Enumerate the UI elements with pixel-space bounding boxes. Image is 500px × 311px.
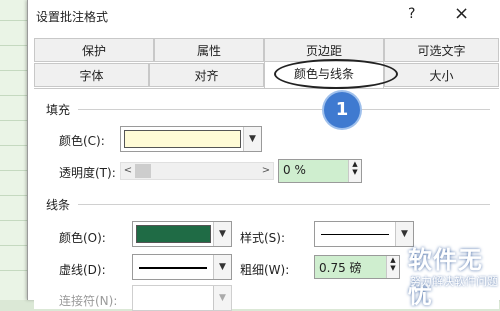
step-badge: 1 — [324, 92, 360, 128]
chevron-left-icon[interactable]: < — [121, 163, 135, 179]
tab-properties[interactable]: 属性 — [154, 38, 264, 62]
fill-color-label: 颜色(C): — [59, 134, 105, 148]
help-button[interactable]: ? — [408, 6, 415, 22]
divider — [78, 204, 490, 205]
tab-protection[interactable]: 保护 — [34, 38, 154, 62]
watermark-subtitle: 努力解决软件问题 — [410, 275, 498, 288]
highlight-oval — [274, 59, 398, 89]
dialog-title: 设置批注格式 — [36, 10, 109, 24]
weight-spinner[interactable]: 0.75 磅 ▲ ▼ — [314, 255, 400, 279]
line-color-dropdown[interactable]: ▼ — [132, 221, 232, 247]
tab-strip: 保护 属性 页边距 可选文字 字体 对齐 颜色与线条 大小 — [34, 38, 499, 90]
fill-color-dropdown[interactable]: ▼ — [120, 126, 262, 152]
dash-label: 虚线(D): — [59, 263, 106, 277]
line-style-sample — [321, 234, 389, 235]
close-button[interactable]: × — [454, 3, 469, 24]
chevron-right-icon[interactable]: > — [259, 163, 273, 179]
connector-label: 连接符(N): — [59, 294, 118, 308]
transparency-slider[interactable]: < > — [120, 162, 274, 180]
dialog-titlebar: 设置批注格式 ? × — [28, 0, 500, 30]
connector-dropdown[interactable]: ▼ — [132, 285, 232, 311]
weight-label: 粗细(W): — [240, 263, 290, 277]
line-style-dropdown[interactable]: ▼ — [314, 221, 414, 247]
chevron-down-icon[interactable]: ▼ — [243, 127, 261, 151]
weight-value[interactable]: 0.75 磅 — [319, 259, 362, 276]
dash-sample — [139, 267, 207, 269]
tab-alt-text[interactable]: 可选文字 — [384, 38, 499, 62]
chevron-down-icon[interactable]: ▼ — [213, 286, 231, 310]
transparency-spinner[interactable]: 0 % ▲ ▼ — [278, 159, 362, 183]
chevron-down-icon[interactable]: ▼ — [213, 255, 231, 279]
transparency-label: 透明度(T): — [59, 166, 116, 180]
dash-dropdown[interactable]: ▼ — [132, 254, 232, 280]
transparency-value[interactable]: 0 % — [283, 163, 306, 177]
format-comment-dialog: 设置批注格式 ? × 保护 属性 页边距 可选文字 字体 对齐 颜色与线条 大小… — [27, 0, 500, 311]
spin-buttons[interactable]: ▲ ▼ — [348, 160, 361, 182]
line-section-title: 线条 — [46, 198, 71, 212]
line-color-label: 颜色(O): — [59, 231, 106, 245]
spin-buttons[interactable]: ▲ ▼ — [386, 256, 399, 278]
slider-thumb[interactable] — [135, 164, 151, 178]
line-color-swatch — [136, 225, 211, 243]
divider — [78, 109, 490, 110]
fill-color-swatch — [124, 130, 241, 148]
line-style-label: 样式(S): — [240, 231, 286, 245]
fill-section-title: 填充 — [46, 103, 71, 117]
tab-font[interactable]: 字体 — [34, 63, 149, 87]
tab-alignment[interactable]: 对齐 — [149, 63, 264, 87]
tab-size[interactable]: 大小 — [384, 63, 499, 87]
chevron-down-icon[interactable]: ▼ — [213, 222, 231, 246]
